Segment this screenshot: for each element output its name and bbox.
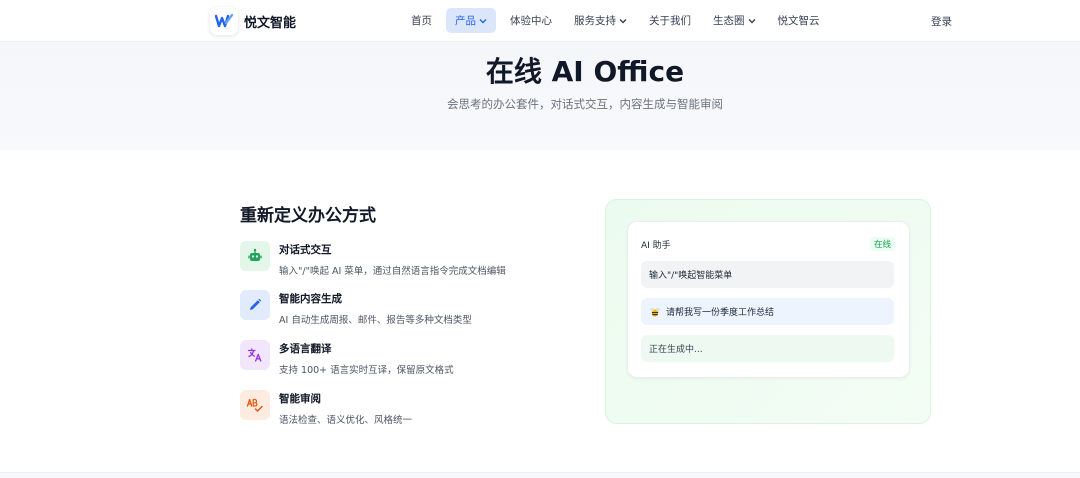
login-link[interactable]: 登录 — [931, 14, 952, 29]
chevron-down-icon — [619, 18, 627, 23]
status-badge: 在线 — [870, 237, 896, 251]
main-nav: 首页 产品 体验中心 服务支持 关于我们 生态圈 悦文智云 — [403, 8, 834, 33]
nav-item-home[interactable]: 首页 — [403, 8, 440, 33]
pen-icon — [240, 290, 270, 320]
nav-item-label: 悦文智云 — [777, 15, 820, 27]
nav-item-label: 产品 — [455, 15, 476, 27]
feature-title: 多语言翻译 — [279, 343, 332, 355]
feature-title: 智能审阅 — [279, 393, 321, 405]
chevron-down-icon — [748, 18, 755, 23]
brand-name: 悦文智能 — [244, 15, 297, 31]
chevron-down-icon — [479, 18, 487, 23]
assistant-message-hint: 输入"/"唤起智能菜单 — [641, 261, 894, 288]
nav-item-products[interactable]: 产品 — [446, 8, 496, 33]
footer-divider — [0, 472, 1080, 478]
spellcheck-icon — [240, 390, 270, 420]
feature-title: 智能内容生成 — [279, 293, 342, 305]
bee-icon — [650, 307, 660, 317]
feature-desc: 输入"/"唤起 AI 菜单，通过自然语言指令完成文档编辑 — [279, 266, 506, 277]
assistant-title: AI 助手 — [641, 241, 671, 251]
hero-title: 在线 AI Office — [485, 55, 685, 88]
brand-logo[interactable]: 悦文智能 — [210, 7, 296, 35]
feature-desc: 支持 100+ 语言实时互译，保留原文格式 — [279, 365, 454, 376]
nav-item-about[interactable]: 关于我们 — [641, 8, 699, 33]
feature-item-dialog: 对话式交互 输入"/"唤起 AI 菜单，通过自然语言指令完成文档编辑 — [240, 241, 580, 281]
message-text: 输入"/"唤起智能菜单 — [649, 271, 733, 281]
nav-item-label: 首页 — [411, 15, 432, 27]
brand-logo-icon — [210, 7, 238, 35]
nav-item-label: 体验中心 — [510, 15, 552, 27]
feature-item-translate: 多语言翻译 支持 100+ 语言实时互译，保留原文格式 — [240, 340, 580, 380]
top-navbar: 悦文智能 首页 产品 体验中心 服务支持 关于我们 生态圈 悦文智云 登录 — [0, 0, 1080, 42]
nav-item-label: 关于我们 — [649, 15, 691, 27]
feature-title: 对话式交互 — [279, 244, 332, 256]
features-title: 重新定义办公方式 — [240, 206, 376, 226]
feature-item-generate: 智能内容生成 AI 自动生成周报、邮件、报告等多种文档类型 — [240, 290, 580, 330]
nav-item-cloud[interactable]: 悦文智云 — [770, 8, 828, 33]
robot-icon — [240, 241, 270, 271]
assistant-message-status: 正在生成中... — [641, 335, 894, 362]
nav-item-experience[interactable]: 体验中心 — [502, 8, 560, 33]
feature-desc: 语法检查、语义优化、风格统一 — [279, 415, 413, 426]
nav-item-label: 生态圈 — [713, 15, 745, 27]
message-text: 正在生成中... — [649, 345, 703, 355]
feature-item-review: 智能审阅 语法检查、语义优化、风格统一 — [240, 390, 580, 430]
nav-item-support[interactable]: 服务支持 — [566, 8, 635, 33]
hero-subtitle: 会思考的办公套件，对话式交互，内容生成与智能审阅 — [447, 97, 723, 111]
nav-item-label: 服务支持 — [574, 15, 616, 27]
message-text: 请帮我写一份季度工作总结 — [666, 308, 775, 318]
translate-icon — [240, 340, 270, 370]
feature-desc: AI 自动生成周报、邮件、报告等多种文档类型 — [279, 315, 472, 326]
assistant-message-user: 请帮我写一份季度工作总结 — [641, 298, 894, 325]
nav-item-ecosystem[interactable]: 生态圈 — [705, 8, 764, 33]
hero-section: 在线 AI Office 会思考的办公套件，对话式交互，内容生成与智能审阅 — [0, 42, 1080, 150]
